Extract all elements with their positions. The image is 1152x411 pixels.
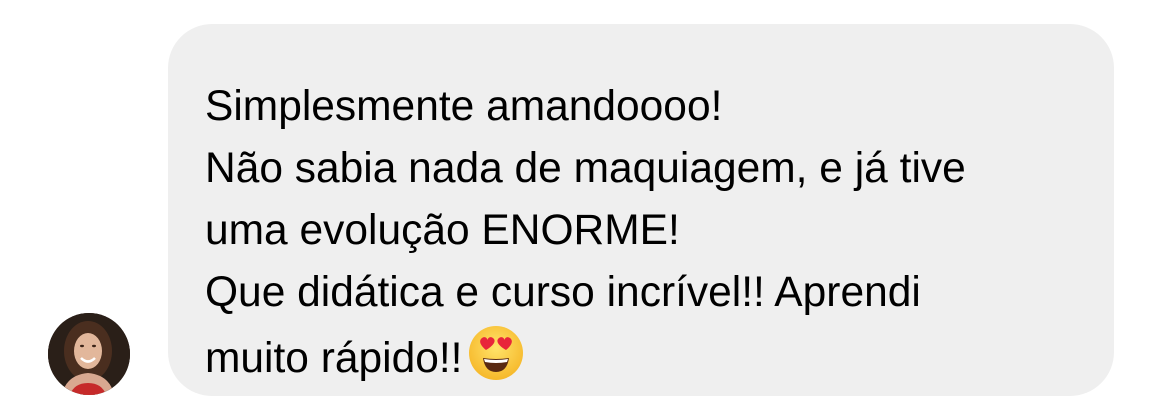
- message-line: uma evolução ENORME!: [205, 207, 680, 254]
- avatar[interactable]: [48, 313, 130, 395]
- message-line: Simplesmente amandoooo!: [205, 83, 723, 130]
- avatar-photo: [48, 313, 130, 395]
- message-line: Não sabia nada de maquiagem, e já tive: [205, 145, 966, 192]
- message-line-text: muito rápido!!: [205, 335, 463, 382]
- chat-screen: Simplesmente amandoooo! Não sabia nada d…: [0, 0, 1152, 411]
- message-line-last: muito rápido!!: [205, 324, 1084, 390]
- message-bubble[interactable]: Simplesmente amandoooo! Não sabia nada d…: [168, 24, 1114, 396]
- heart-eyes-emoji-icon: [467, 324, 525, 382]
- message-line: Que didática e curso incrível!! Aprendi: [205, 269, 921, 316]
